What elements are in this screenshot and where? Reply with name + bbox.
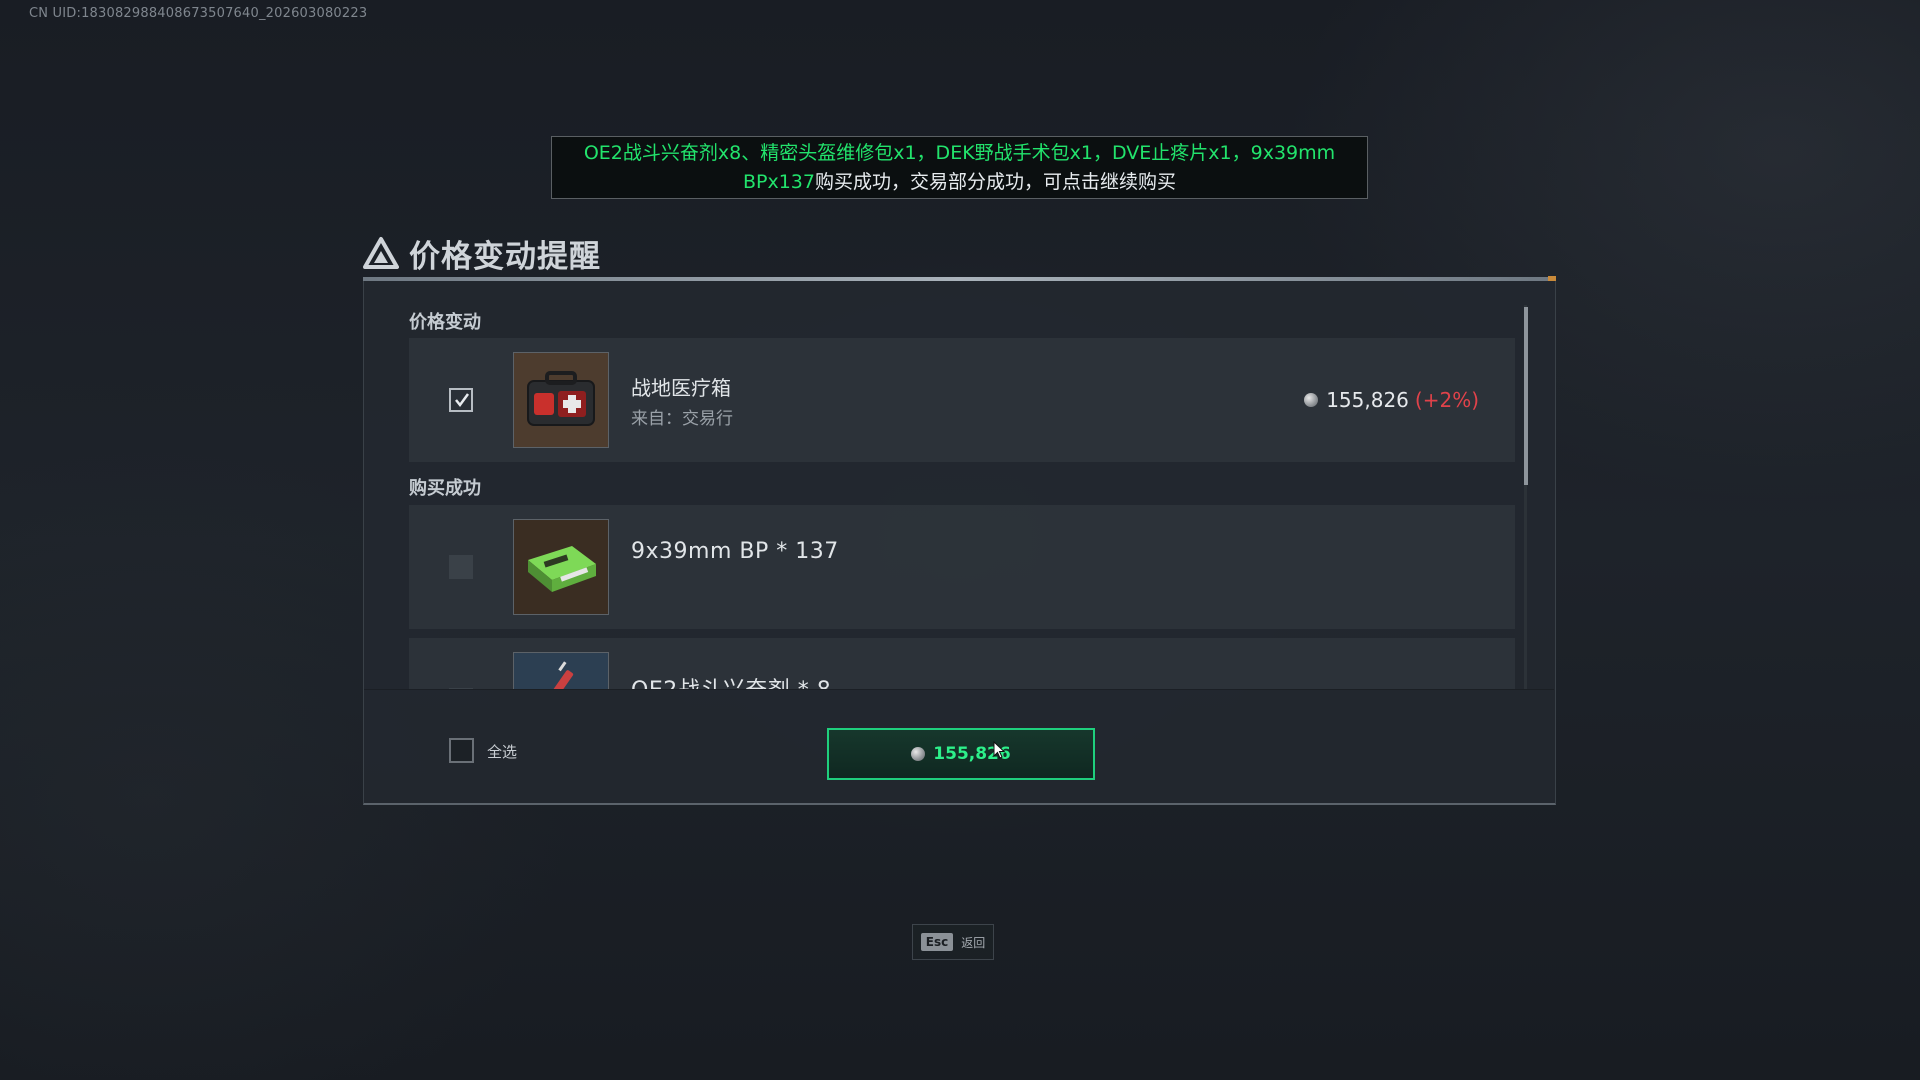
list-item-ammo: 9x39mm BP * 137	[409, 505, 1515, 629]
back-button[interactable]: Esc 返回	[912, 924, 994, 960]
item-name: 战地医疗箱	[631, 376, 731, 400]
section-label-price-change: 价格变动	[409, 312, 481, 333]
toast-message: OE2战斗兴奋剂x8、精密头盔维修包x1，DEK野战手术包x1，DVE止疼片x1…	[580, 139, 1340, 197]
footer-divider	[364, 689, 1554, 690]
dialog-header: 价格变动提醒	[363, 230, 601, 276]
price-value: 155,826	[1326, 388, 1409, 412]
back-label: 返回	[961, 935, 986, 950]
coin-icon	[1304, 393, 1319, 407]
mouse-cursor-icon	[993, 741, 1005, 759]
esc-key-hint: Esc	[920, 933, 954, 951]
checkmark-icon	[455, 393, 470, 408]
item-price: 155,826 (+2%)	[1304, 388, 1479, 412]
ammo-box-icon	[513, 519, 609, 615]
item-name: OE2战斗兴奋剂 * 8	[631, 672, 831, 689]
item-list[interactable]: 价格变动 战地医疗箱 来自：交易行 155,826 (+2%) 购买成功 9x3…	[364, 281, 1524, 689]
select-all-checkbox[interactable]	[449, 738, 474, 763]
price-change-percent: (+2%)	[1414, 388, 1479, 412]
price-change-dialog: 价格变动 战地医疗箱 来自：交易行 155,826 (+2%) 购买成功 9x3…	[363, 281, 1556, 805]
select-all-label[interactable]: 全选	[487, 741, 517, 762]
continue-buy-button[interactable]: 155,826	[827, 728, 1095, 780]
item-checkbox-disabled	[449, 555, 473, 579]
purchase-result-toast: OE2战斗兴奋剂x8、精密头盔维修包x1，DEK野战手术包x1，DVE止疼片x1…	[551, 136, 1368, 199]
toast-status-text: 购买成功，交易部分成功，可点击继续购买	[815, 170, 1177, 193]
scrollbar-thumb[interactable]	[1524, 307, 1528, 485]
item-checkbox[interactable]	[449, 388, 473, 412]
section-label-purchase-success: 购买成功	[409, 478, 481, 499]
dialog-title: 价格变动提醒	[409, 238, 601, 275]
item-name: 9x39mm BP * 137	[631, 539, 839, 564]
warning-triangle-icon	[363, 237, 399, 269]
uid-watermark: CN UID:183082988408673507640_20260308022…	[29, 6, 368, 21]
coin-icon	[911, 747, 926, 761]
stimulant-injector-icon	[513, 652, 609, 689]
list-item-medkit[interactable]: 战地医疗箱 来自：交易行 155,826 (+2%)	[409, 338, 1515, 462]
list-item-stimulant: OE2战斗兴奋剂 * 8	[409, 638, 1515, 689]
medkit-icon	[513, 352, 609, 448]
item-source: 来自：交易行	[631, 409, 733, 429]
